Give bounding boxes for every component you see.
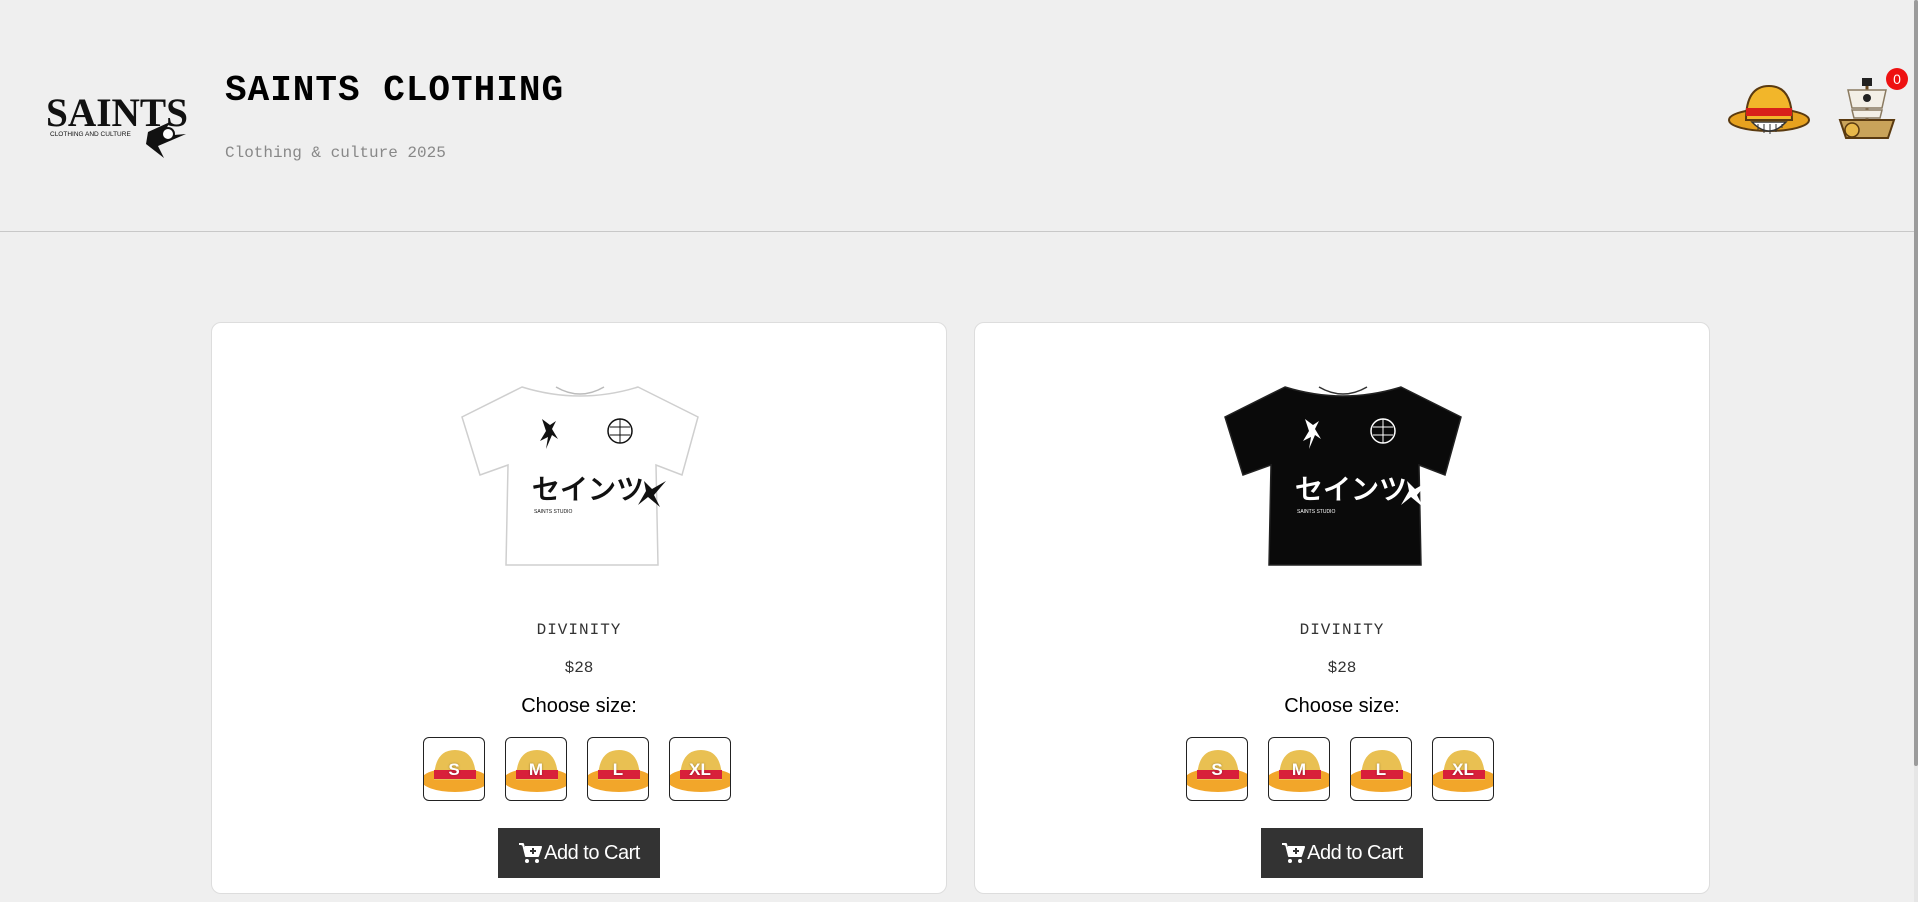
site-header: SAINTS CLOTHING AND CULTURE SAINTS CLOTH… [0, 0, 1918, 232]
size-text: L [1375, 760, 1387, 779]
size-text: S [1211, 760, 1223, 779]
svg-text:SAINTS STUDIO: SAINTS STUDIO [534, 509, 572, 515]
size-button-m[interactable]: M [505, 737, 567, 801]
size-selector: S M L XL [1186, 737, 1506, 803]
cart-plus-icon [519, 843, 543, 863]
product-name: DIVINITY [536, 621, 622, 639]
size-button-s[interactable]: S [423, 737, 485, 801]
size-text: L [612, 760, 624, 779]
size-text: XL [689, 760, 711, 779]
product-name: DIVINITY [1299, 621, 1385, 639]
add-to-cart-button[interactable]: Add to Cart [1261, 828, 1423, 878]
size-text: M [528, 760, 544, 779]
svg-text:セインツ: セインツ [532, 473, 644, 506]
size-text: M [1291, 760, 1307, 779]
site-title: SAINTS CLOTHING [225, 70, 565, 111]
site-subtitle: Clothing & culture 2025 [225, 144, 446, 162]
svg-text:セインツ: セインツ [1295, 473, 1407, 506]
svg-text:SAINTS STUDIO: SAINTS STUDIO [1297, 509, 1335, 515]
product-image[interactable]: セインツ SAINTS STUDIO [460, 383, 700, 569]
size-text: XL [1452, 760, 1474, 779]
cart-plus-icon [1282, 843, 1306, 863]
size-button-l[interactable]: L [1350, 737, 1412, 801]
cart-count-badge: 0 [1886, 68, 1908, 90]
product-price: $28 [564, 659, 594, 677]
product-image[interactable]: セインツ SAINTS STUDIO [1223, 383, 1463, 569]
scrollbar-thumb[interactable] [1914, 0, 1918, 766]
size-button-xl[interactable]: XL [1432, 737, 1494, 801]
size-button-l[interactable]: L [587, 737, 649, 801]
product-card: セインツ SAINTS STUDIO DIVINITY $28 Choose s… [211, 322, 947, 894]
size-label: Choose size: [521, 695, 637, 717]
size-text: S [448, 760, 460, 779]
size-button-m[interactable]: M [1268, 737, 1330, 801]
cart-button[interactable]: 0 [1832, 68, 1908, 146]
size-selector: S M L XL [423, 737, 743, 803]
add-to-cart-label: Add to Cart [1307, 841, 1403, 864]
add-to-cart-button[interactable]: Add to Cart [498, 828, 660, 878]
size-label: Choose size: [1284, 695, 1400, 717]
product-price: $28 [1327, 659, 1357, 677]
svg-text:CLOTHING AND CULTURE: CLOTHING AND CULTURE [50, 131, 131, 138]
product-card: セインツ SAINTS STUDIO DIVINITY $28 Choose s… [974, 322, 1710, 894]
add-to-cart-label: Add to Cart [544, 841, 640, 864]
size-button-s[interactable]: S [1186, 737, 1248, 801]
straw-hat-icon[interactable] [1726, 80, 1812, 142]
size-button-xl[interactable]: XL [669, 737, 731, 801]
saints-logo[interactable]: SAINTS CLOTHING AND CULTURE [44, 88, 194, 160]
